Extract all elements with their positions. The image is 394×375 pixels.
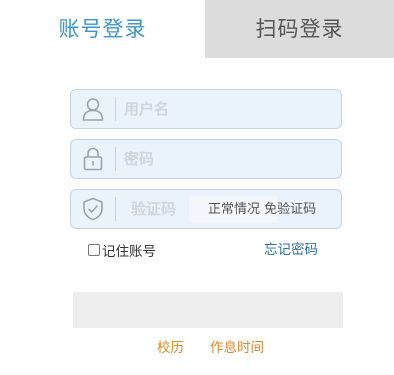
forgot-password-link[interactable]: 忘记密码 [264, 240, 318, 260]
password-placeholder: 密码 [124, 150, 155, 168]
user-icon [71, 90, 115, 128]
shield-check-icon [71, 190, 115, 228]
field-divider [115, 97, 116, 121]
lock-icon [71, 140, 115, 178]
schedule-link[interactable]: 作息时间 [210, 338, 264, 358]
captcha-placeholder: 验证码 [131, 200, 177, 218]
tab-account-login[interactable]: 账号登录 [0, 0, 205, 58]
login-button[interactable] [73, 292, 343, 328]
field-divider [115, 147, 116, 171]
school-calendar-link[interactable]: 校历 [157, 338, 184, 358]
password-field[interactable]: 密码 [70, 139, 342, 179]
captcha-field[interactable]: 验证码 正常情况 免验证码 [70, 189, 342, 229]
remember-label: 记住账号 [102, 244, 156, 260]
captcha-hint: 正常情况 免验证码 [208, 202, 317, 217]
username-placeholder: 用户名 [124, 100, 170, 118]
remember-checkbox[interactable] [88, 244, 100, 256]
tab-qr-login[interactable]: 扫码登录 [205, 0, 394, 58]
field-divider [115, 197, 116, 221]
username-field[interactable]: 用户名 [70, 89, 342, 129]
remember-account[interactable]: 记住账号 [88, 240, 156, 260]
